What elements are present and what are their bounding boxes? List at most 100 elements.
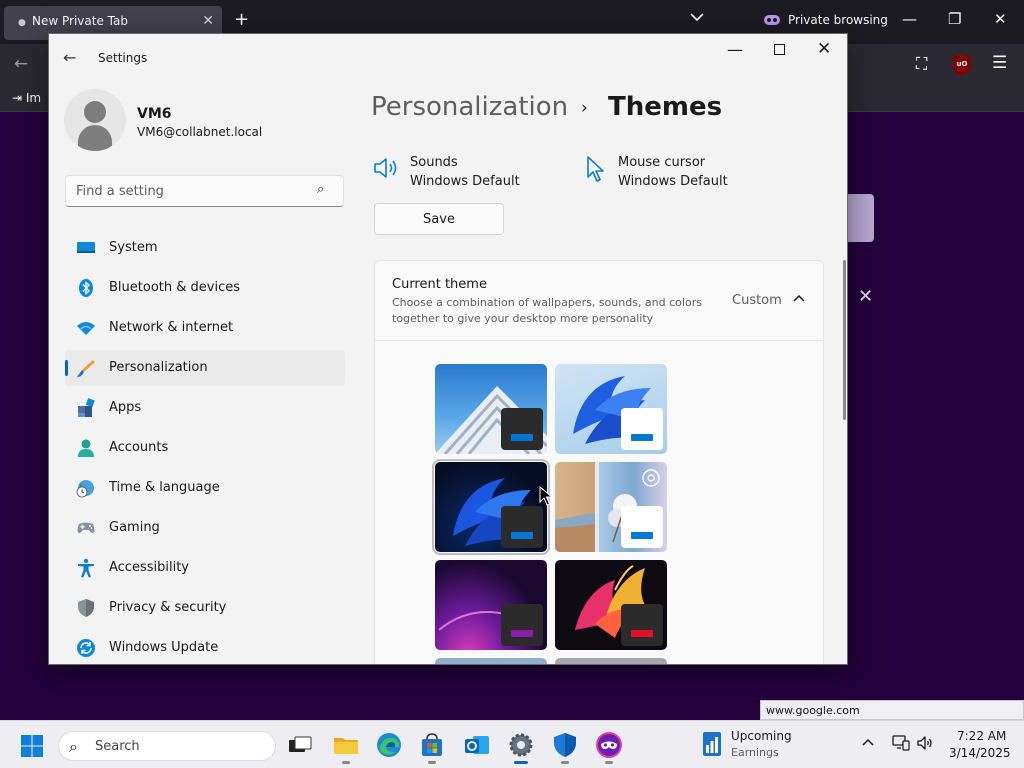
- theme-swatch: [501, 408, 543, 450]
- mouse-cursor-icon[interactable]: [585, 155, 607, 183]
- spotlight-icon: [642, 469, 660, 487]
- new-tab-button[interactable]: +: [234, 9, 249, 30]
- tab-title: New Private Tab: [32, 14, 128, 28]
- outlook-icon[interactable]: [463, 731, 491, 759]
- running-indicator: [561, 761, 569, 764]
- firefox-private-icon[interactable]: [595, 731, 623, 764]
- theme-tile-glow[interactable]: [435, 560, 547, 650]
- current-theme-value: Custom: [732, 293, 782, 308]
- taskbar-search-box[interactable]: ⌕ Search: [58, 731, 276, 761]
- breadcrumb-parent-link[interactable]: Personalization: [371, 92, 568, 122]
- nav-item-accounts[interactable]: Accounts: [65, 430, 345, 466]
- theme-tile-partial-1[interactable]: [435, 658, 547, 664]
- nav-item-personalization[interactable]: Personalization: [65, 350, 345, 386]
- nav-item-windows-update[interactable]: Windows Update: [65, 630, 345, 664]
- running-indicator: [428, 761, 436, 764]
- list-all-tabs-button[interactable]: [690, 11, 704, 25]
- browser-close-button[interactable]: ✕: [994, 10, 1007, 28]
- private-browsing-indicator: Private browsing: [764, 13, 888, 27]
- personalization-icon: [77, 360, 95, 377]
- page-title: Themes: [608, 92, 723, 122]
- ublock-origin-icon[interactable]: uO: [953, 55, 971, 75]
- nav-label: Bluetooth & devices: [109, 280, 240, 295]
- browser-menu-button[interactable]: ☰: [992, 53, 1007, 73]
- nav-item-network[interactable]: Network & internet: [65, 310, 345, 346]
- nav-label: Personalization: [109, 360, 208, 375]
- extensions-button[interactable]: ⛶: [916, 54, 927, 74]
- nav-label: Apps: [109, 400, 142, 415]
- browser-restore-button[interactable]: ❐: [948, 10, 961, 28]
- stocks-widget-icon[interactable]: [702, 731, 722, 757]
- theme-swatch: [621, 408, 663, 450]
- nav-item-time-language[interactable]: Time & language: [65, 470, 345, 506]
- user-avatar[interactable]: [64, 89, 126, 151]
- theme-tile-captured-motion[interactable]: [555, 560, 667, 650]
- accessibility-icon: [78, 558, 94, 578]
- settings-maximize-button[interactable]: [774, 44, 785, 55]
- network-status-icon[interactable]: [892, 735, 910, 751]
- tab-close-icon[interactable]: ✕: [202, 13, 214, 29]
- save-theme-button[interactable]: Save: [374, 203, 504, 235]
- accent-bar: [631, 630, 653, 637]
- browser-back-button[interactable]: ←: [14, 54, 28, 74]
- privacy-shield-icon: [78, 599, 94, 617]
- mouse-cursor-value: Windows Default: [618, 174, 728, 189]
- nav-label: System: [109, 240, 158, 255]
- settings-back-button[interactable]: ←: [63, 48, 76, 67]
- sounds-title[interactable]: Sounds: [410, 155, 458, 170]
- widget-title[interactable]: Upcoming: [731, 729, 792, 743]
- bluetooth-icon: [79, 279, 93, 297]
- system-icon: [77, 242, 95, 253]
- taskbar-search-label: Search: [95, 739, 140, 754]
- background-panel: [848, 194, 874, 242]
- clock-time[interactable]: 7:22 AM: [957, 729, 1006, 743]
- status-url-bar: www.google.com: [760, 700, 1024, 720]
- show-hidden-icons-chevron-icon[interactable]: [862, 735, 874, 750]
- theme-swatch: [621, 506, 663, 548]
- chevron-up-icon[interactable]: [793, 291, 805, 305]
- background-close-icon[interactable]: ✕: [858, 286, 873, 307]
- theme-tile-architecture[interactable]: [435, 364, 547, 454]
- avatar-body: [78, 125, 112, 151]
- speaker-icon[interactable]: [372, 155, 400, 181]
- nav-item-bluetooth[interactable]: Bluetooth & devices: [65, 270, 345, 306]
- accent-bar: [631, 434, 653, 441]
- task-view-icon[interactable]: [286, 731, 314, 759]
- find-setting-input[interactable]: [65, 175, 344, 207]
- settings-minimize-button[interactable]: —: [727, 40, 743, 59]
- browser-minimize-button[interactable]: —: [902, 10, 917, 28]
- apps-icon: [78, 398, 95, 417]
- store-icon[interactable]: [418, 731, 446, 764]
- nav-item-gaming[interactable]: Gaming: [65, 510, 345, 546]
- settings-app-icon[interactable]: [507, 731, 535, 764]
- defender-icon[interactable]: [551, 731, 579, 764]
- theme-tile-windows-dark[interactable]: [432, 459, 550, 555]
- theme-swatch: [501, 506, 543, 548]
- nav-label: Accounts: [109, 440, 169, 455]
- volume-icon[interactable]: [916, 734, 934, 752]
- theme-tile-windows-light[interactable]: [555, 364, 667, 454]
- content-scrollbar[interactable]: [843, 260, 846, 420]
- tab-favicon-icon: ●: [18, 18, 26, 28]
- windows-update-icon: [77, 639, 95, 657]
- nav-item-accessibility[interactable]: Accessibility: [65, 550, 345, 586]
- theme-tile-partial-2[interactable]: [555, 658, 667, 664]
- sounds-value: Windows Default: [410, 174, 520, 189]
- nav-item-apps[interactable]: Apps: [65, 390, 345, 426]
- current-theme-description: Choose a combination of wallpapers, soun…: [392, 296, 702, 325]
- settings-close-button[interactable]: ✕: [817, 39, 831, 59]
- windows-start-icon[interactable]: [20, 734, 44, 758]
- clock-date[interactable]: 3/14/2025: [949, 746, 1011, 760]
- file-explorer-icon[interactable]: [332, 731, 360, 764]
- nav-item-privacy-security[interactable]: Privacy & security: [65, 590, 345, 626]
- mouse-cursor-title[interactable]: Mouse cursor: [618, 155, 705, 170]
- current-theme-header[interactable]: Current theme Choose a combination of wa…: [375, 261, 823, 341]
- edge-icon[interactable]: [375, 731, 403, 759]
- import-bookmarks-link[interactable]: ⇥ Im: [12, 91, 41, 105]
- nav-item-system[interactable]: System: [65, 230, 345, 266]
- gaming-icon: [77, 522, 95, 533]
- search-icon: ⌕: [317, 182, 325, 197]
- theme-tile-spotlight[interactable]: [555, 462, 667, 552]
- nav-label: Privacy & security: [109, 600, 227, 615]
- user-email: VM6@collabnet.local: [137, 125, 263, 139]
